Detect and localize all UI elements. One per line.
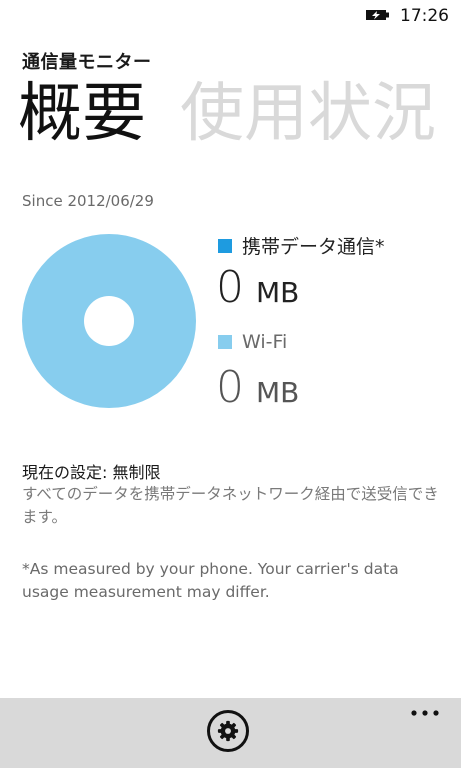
pivot-item-usage[interactable]: 使用状況 [180, 74, 436, 154]
wifi-label: Wi-Fi [242, 331, 288, 353]
pivot-header: 概要 使用状況 [18, 74, 461, 154]
mobile-swatch [218, 238, 232, 253]
app-title: 通信量モニター [22, 52, 152, 73]
clock: 17:26 [400, 6, 449, 26]
wifi-swatch [218, 335, 232, 349]
battery-charging-icon [366, 10, 389, 20]
mobile-usage-unit: MB [256, 276, 300, 309]
mobile-label: 携帯データ通信* [242, 236, 385, 258]
current-setting: 現在の設定: 無制限 [22, 463, 161, 482]
footnote: *As measured by your phone. Your carrier… [22, 560, 399, 601]
ellipsis-icon[interactable] [409, 702, 441, 724]
app-bar [0, 698, 461, 768]
status-bar: 17:26 [0, 0, 461, 32]
donut-hole [84, 296, 134, 346]
since-date: Since 2012/06/29 [22, 192, 154, 210]
wifi-usage: 0 MB [216, 362, 299, 413]
legend-mobile: 携帯データ通信* [218, 232, 385, 259]
wifi-usage-unit: MB [256, 376, 300, 409]
wifi-usage-value: 0 [216, 362, 244, 413]
settings-button[interactable] [207, 710, 249, 752]
setting-description: すべてのデータを携帯データネットワーク経由で送受信できます。 [22, 485, 439, 526]
mobile-usage: 0 MB [216, 262, 299, 313]
pivot-item-overview[interactable]: 概要 [18, 74, 146, 154]
legend-wifi: Wi-Fi [218, 331, 287, 353]
mobile-usage-value: 0 [216, 262, 244, 313]
usage-donut-chart [22, 234, 196, 408]
gear-icon [217, 720, 239, 742]
